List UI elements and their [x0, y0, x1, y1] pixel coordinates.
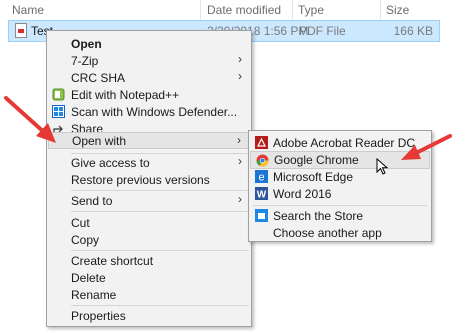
menu-item-label: Scan with Windows Defender...	[71, 105, 238, 119]
menu-item-open-with[interactable]: Open with ›	[48, 132, 250, 149]
chrome-icon	[256, 154, 269, 167]
chevron-right-icon: ›	[238, 69, 242, 83]
menu-item-label: CRC SHA	[71, 71, 126, 85]
menu-item-copy[interactable]: Copy	[48, 231, 250, 248]
menu-item-restore[interactable]: Restore previous versions	[48, 171, 250, 188]
menu-item-open[interactable]: Open	[48, 35, 250, 52]
svg-text:W: W	[257, 190, 267, 201]
menu-item-properties[interactable]: Properties	[48, 307, 250, 324]
menu-item-label: Restore previous versions	[71, 173, 210, 187]
menu-item-label: Give access to	[71, 156, 150, 170]
menu-item-label: Send to	[71, 194, 113, 208]
file-size: 166 KB	[393, 24, 433, 38]
menu-item-label: Open	[71, 37, 102, 51]
store-icon	[255, 209, 268, 222]
red-arrow	[4, 96, 56, 143]
submenu-separator	[253, 205, 427, 206]
submenu-item-word[interactable]: W Word 2016	[250, 185, 430, 203]
mouse-cursor-icon	[376, 158, 388, 175]
menu-separator	[71, 305, 249, 306]
red-arrow	[401, 134, 452, 160]
submenu-item-store[interactable]: Search the Store	[250, 207, 430, 225]
menu-item-7zip[interactable]: 7-Zip ›	[48, 52, 250, 69]
menu-separator	[71, 211, 249, 212]
file-type: PDF File	[299, 24, 346, 38]
column-name[interactable]: Name	[12, 3, 44, 17]
column-date[interactable]: Date modified	[207, 3, 281, 17]
pdf-file-icon	[15, 23, 27, 38]
acrobat-icon	[255, 136, 268, 149]
submenu-item-label: Google Chrome	[274, 153, 359, 167]
word-icon: W	[255, 187, 268, 200]
column-divider[interactable]	[292, 0, 293, 20]
menu-separator	[71, 250, 249, 251]
submenu-item-label: Choose another app	[273, 226, 382, 240]
column-type[interactable]: Type	[298, 3, 324, 17]
column-header: Name Date modified Type Size	[0, 0, 474, 20]
menu-item-create-shortcut[interactable]: Create shortcut	[48, 252, 250, 269]
menu-item-delete[interactable]: Delete	[48, 269, 250, 286]
submenu-item-label: Word 2016	[273, 187, 332, 201]
chevron-right-icon: ›	[238, 192, 242, 206]
menu-item-label: Create shortcut	[71, 254, 154, 268]
menu-item-cut[interactable]: Cut	[48, 214, 250, 231]
menu-item-label: Cut	[71, 216, 90, 230]
submenu-item-label: Adobe Acrobat Reader DC	[273, 136, 416, 150]
menu-item-send-to[interactable]: Send to ›	[48, 192, 250, 209]
menu-item-defender[interactable]: Scan with Windows Defender...	[48, 103, 250, 120]
column-divider[interactable]	[380, 0, 381, 20]
chevron-right-icon: ›	[237, 133, 241, 147]
chevron-right-icon: ›	[238, 154, 242, 168]
svg-text:e: e	[258, 172, 264, 184]
column-divider[interactable]	[200, 0, 201, 20]
menu-item-notepad[interactable]: Edit with Notepad++	[48, 86, 250, 103]
column-size[interactable]: Size	[386, 3, 409, 17]
menu-item-label: Properties	[71, 309, 126, 323]
menu-item-give-access[interactable]: Give access to ›	[48, 154, 250, 171]
menu-item-label: Delete	[71, 271, 106, 285]
submenu-item-label: Microsoft Edge	[273, 170, 354, 184]
submenu-item-edge[interactable]: e Microsoft Edge	[250, 168, 430, 186]
context-menu: Open 7-Zip › CRC SHA › Edit with Notepad…	[46, 30, 252, 327]
menu-item-label: 7-Zip	[71, 54, 99, 68]
menu-separator	[71, 190, 249, 191]
menu-item-crc-sha[interactable]: CRC SHA ›	[48, 69, 250, 86]
submenu-item-label: Search the Store	[273, 209, 364, 223]
menu-item-rename[interactable]: Rename	[48, 286, 250, 303]
menu-item-label: Edit with Notepad++	[71, 88, 180, 102]
menu-item-label: Rename	[71, 288, 117, 302]
chevron-right-icon: ›	[238, 52, 242, 66]
menu-item-label: Copy	[71, 233, 100, 247]
edge-icon: e	[255, 170, 268, 183]
menu-item-label: Open with	[72, 134, 127, 148]
submenu-item-choose-app[interactable]: Choose another app	[250, 224, 430, 242]
